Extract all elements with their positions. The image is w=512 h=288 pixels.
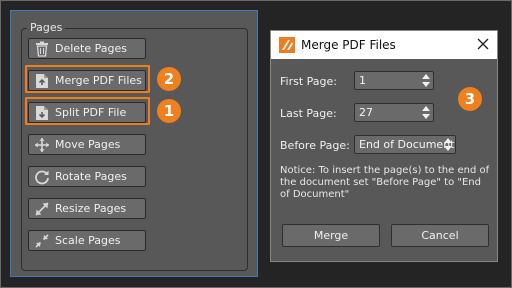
rotate-icon — [33, 168, 51, 186]
merge-button-highlight — [25, 65, 150, 93]
merge-pdf-dialog: Merge PDF Files First Page: 1 Last Page:… — [270, 30, 498, 262]
spin-arrows-icon[interactable] — [444, 138, 452, 151]
first-page-label: First Page: — [280, 75, 337, 88]
move-pages-button[interactable]: Move Pages — [28, 134, 146, 155]
before-page-label: Before Page: — [280, 139, 350, 152]
trash-icon — [33, 40, 51, 58]
spin-arrows-icon[interactable] — [422, 106, 430, 119]
notice-text: Notice: To insert the page(s) to the end… — [280, 165, 490, 200]
app-logo-icon — [279, 37, 295, 53]
scale-icon — [33, 232, 51, 250]
rotate-pages-label: Rotate Pages — [55, 170, 127, 183]
move-arrows-icon — [33, 136, 51, 154]
dialog-title: Merge PDF Files — [301, 38, 396, 52]
close-icon[interactable] — [475, 36, 491, 52]
pages-group-title: Pages — [27, 21, 66, 35]
first-page-spinbox[interactable]: 1 — [354, 71, 434, 90]
spin-arrows-icon[interactable] — [422, 74, 430, 87]
scale-pages-label: Scale Pages — [55, 234, 121, 247]
resize-icon — [33, 200, 51, 218]
first-page-value: 1 — [359, 74, 366, 87]
before-page-select[interactable]: End of Document — [354, 135, 456, 154]
dialog-title-bar: Merge PDF Files — [271, 31, 497, 59]
last-page-value: 27 — [359, 106, 373, 119]
rotate-pages-button[interactable]: Rotate Pages — [28, 166, 146, 187]
callout-badge-1: 1 — [157, 99, 181, 123]
callout-badge-2: 2 — [157, 67, 181, 91]
before-page-value: End of Document — [359, 138, 455, 151]
resize-pages-button[interactable]: Resize Pages — [28, 198, 146, 219]
last-page-spinbox[interactable]: 27 — [354, 103, 434, 122]
callout-badge-3: 3 — [458, 87, 482, 111]
pages-panel: Pages Delete Pages Merge PDF Files Split… — [10, 10, 258, 277]
last-page-label: Last Page: — [280, 107, 337, 120]
move-pages-label: Move Pages — [55, 138, 121, 151]
delete-pages-label: Delete Pages — [55, 42, 127, 55]
split-button-highlight — [25, 97, 150, 125]
delete-pages-button[interactable]: Delete Pages — [28, 38, 146, 59]
scale-pages-button[interactable]: Scale Pages — [28, 230, 146, 251]
resize-pages-label: Resize Pages — [55, 202, 127, 215]
merge-button[interactable]: Merge — [282, 224, 380, 247]
cancel-button[interactable]: Cancel — [391, 224, 489, 247]
